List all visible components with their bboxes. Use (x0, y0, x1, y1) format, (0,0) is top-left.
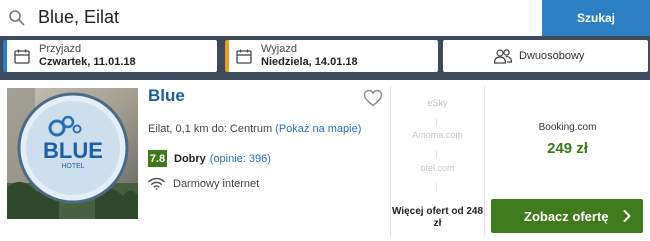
provider-separator (436, 183, 437, 191)
checkin-value: Czwartek, 11.01.18 (39, 56, 136, 68)
calendar-icon (236, 49, 252, 64)
show-on-map-link[interactable]: (Pokaż na mapie) (275, 123, 361, 135)
search-bar: Blue, Eilat Szukaj (0, 0, 650, 36)
best-offer-provider: Booking.com (538, 122, 597, 133)
room-type-label: Dwuosobowy (519, 50, 585, 62)
room-type-selector[interactable]: Dwuosobowy (443, 40, 648, 72)
best-offer-price[interactable]: 249 zł (490, 140, 645, 157)
provider-list: eSky Amoma.com otel.com Więcej ofert od … (391, 86, 484, 236)
reviews-link[interactable]: (opinie: 396) (210, 153, 271, 165)
checkout-value: Niedziela, 14.01.18 (261, 56, 358, 68)
hotel-name-link[interactable]: Blue (148, 86, 185, 106)
search-input[interactable]: Blue, Eilat (38, 7, 119, 28)
photo-sign-sub: HOTEL (61, 163, 84, 170)
hotel-photo[interactable]: BLUE HOTEL (7, 88, 138, 219)
view-deal-button[interactable]: Zobacz ofertę (491, 199, 643, 233)
rating-row: 7.8 Dobry (opinie: 396) (148, 150, 271, 167)
provider-separator (436, 150, 437, 158)
chevron-right-icon (623, 210, 631, 222)
divider (484, 86, 485, 236)
search-field[interactable]: Blue, Eilat (0, 0, 542, 36)
checkout-date-picker[interactable]: Wyjazd Niedziela, 14.01.18 (225, 40, 438, 72)
provider-amoma[interactable]: Amoma.com (391, 130, 484, 140)
provider-otel[interactable]: otel.com (391, 163, 484, 173)
location-text: Eilat, 0,1 km do: Centrum (148, 123, 273, 135)
wifi-icon (148, 177, 165, 190)
hotel-location: Eilat, 0,1 km do: Centrum (Pokaż na mapi… (148, 123, 361, 135)
people-icon (493, 49, 513, 64)
rating-score-badge: 7.8 (148, 150, 167, 167)
calendar-icon (14, 49, 30, 64)
more-offers-link[interactable]: Więcej ofert od 248 zł (391, 206, 484, 230)
rating-label: Dobry (174, 152, 206, 165)
amenity-label: Darmowy internet (173, 177, 260, 190)
search-icon (9, 10, 25, 26)
provider-separator (436, 118, 437, 126)
heart-icon[interactable] (363, 89, 383, 107)
search-button[interactable]: Szukaj (542, 0, 650, 36)
photo-sign-main: BLUE (43, 138, 103, 163)
checkin-date-picker[interactable]: Przyjazd Czwartek, 11.01.18 (3, 40, 217, 72)
checkin-label: Przyjazd (39, 43, 82, 55)
view-deal-label: Zobacz ofertę (524, 208, 609, 224)
checkout-label: Wyjazd (261, 43, 297, 55)
provider-esky[interactable]: eSky (391, 98, 484, 108)
amenity-row: Darmowy internet (148, 177, 259, 190)
hotel-result-card: BLUE HOTEL Blue Eilat, 0,1 km do: Centru… (0, 80, 650, 241)
